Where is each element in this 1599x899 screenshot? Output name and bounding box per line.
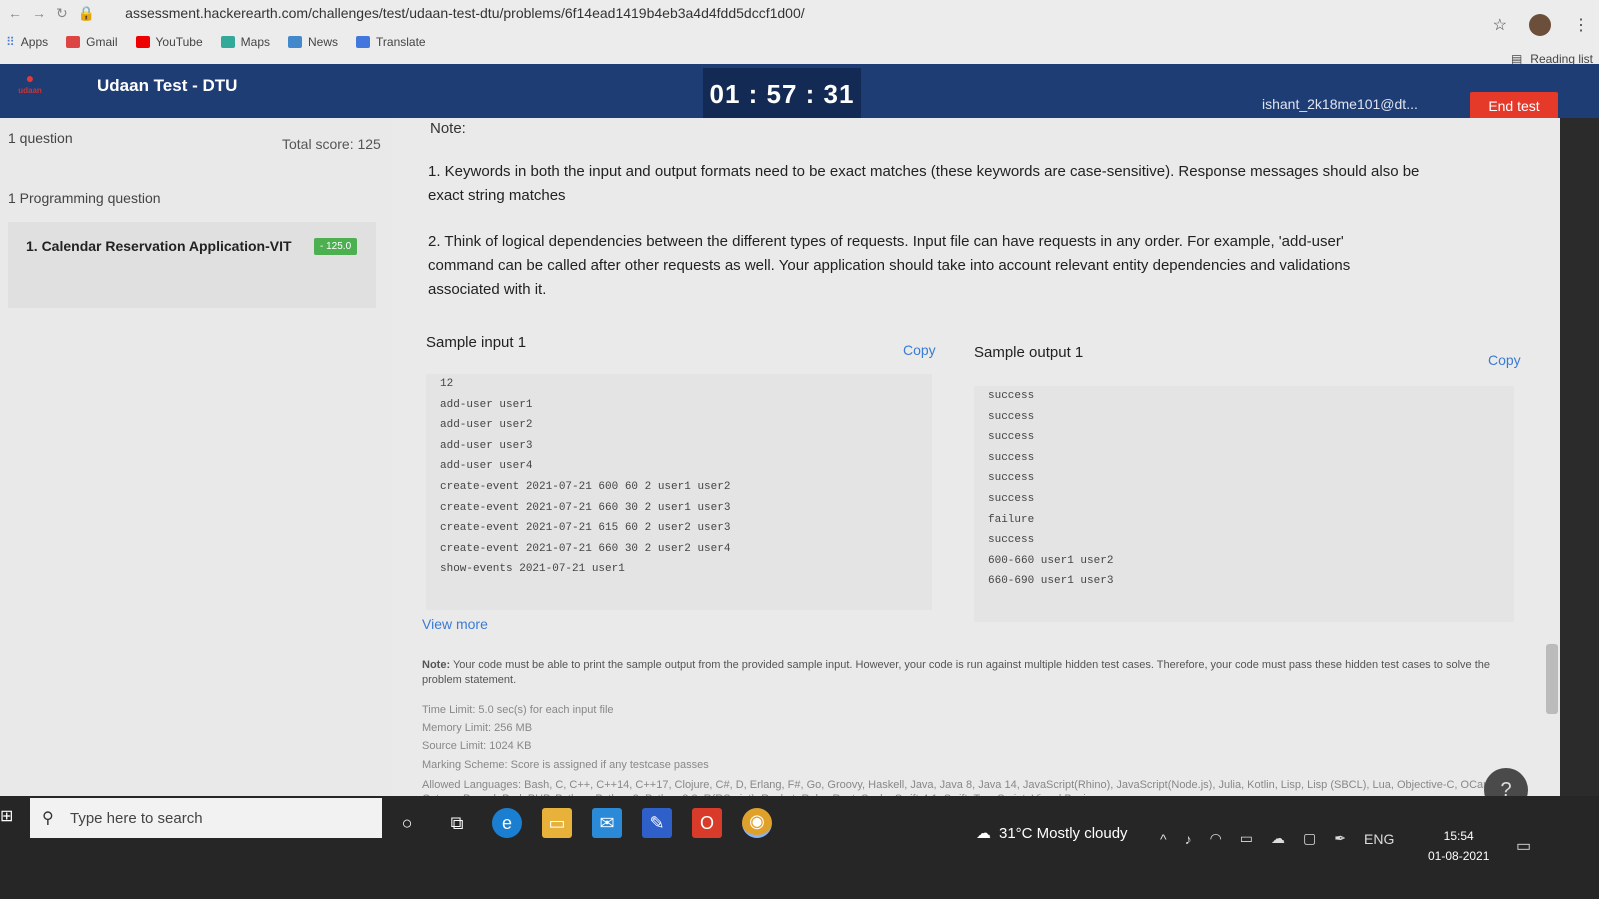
sample-input-line: create-event 2021-07-21 660 30 2 user1 u… [440,501,731,514]
score-badge: - 125.0 [314,238,358,255]
task-view-icon[interactable]: ⧉ [442,808,472,838]
wifi-icon[interactable]: ◠ [1210,830,1222,847]
language-indicator[interactable]: ENG [1364,831,1394,847]
problem-panel: Note: 1. Keywords in both the input and … [392,118,1560,818]
countdown-timer: 01 : 57 : 31 [703,68,861,120]
sample-output-line: failure [988,513,1035,526]
back-icon[interactable]: ← [8,5,22,21]
cloud-icon: ☁ [976,825,991,842]
question-title: 1. Calendar Reservation Application-VIT [26,238,292,254]
cortana-icon[interactable]: ○ [392,808,422,838]
battery-icon[interactable]: ▭ [1240,830,1253,847]
sample-input-line: add-user user1 [440,398,533,411]
weather-widget[interactable]: ☁ 31°C Mostly cloudy [976,824,1128,843]
user-email[interactable]: ishant_2k18me101@dt... [1262,96,1418,112]
apps-grid-icon: ⠿ [6,35,15,49]
total-score: Total score: 125 [282,136,381,152]
sample-input-line: create-event 2021-07-21 600 60 2 user1 u… [440,480,731,493]
search-icon: ⚲ [42,810,54,827]
taskbar-clock[interactable]: 15:54 01-08-2021 [1428,826,1489,866]
sample-input-label: Sample input 1 [426,334,527,351]
star-icon[interactable]: ☆ [1493,15,1507,35]
marking-scheme: Marking Scheme: Score is assigned if any… [422,759,709,771]
sample-input-box: 12 add-user user1 add-user user2 add-user u… [426,374,932,610]
bookmark-apps[interactable]: ⠿ Apps [6,35,48,49]
bookmark-gmail[interactable]: Gmail [66,35,118,49]
notification-icon[interactable]: ▭ [1516,836,1531,856]
sample-output-line: success [988,431,1035,444]
address-bar[interactable]: ← → ↻ 🔒 assessment.hackerearth.com/chall… [0,0,1599,26]
pen-icon[interactable]: ✒ [1334,830,1346,847]
sample-input-line: create-event 2021-07-21 660 30 2 user2 u… [440,542,731,555]
translate-icon [356,36,371,48]
question-count: 1 question [8,130,73,146]
memory-limit: Memory Limit: 256 MB [422,722,533,734]
test-title: Udaan Test - DTU [97,76,238,95]
bookmark-news[interactable]: News [288,35,338,49]
note-heading: Note: [430,120,466,137]
end-test-button[interactable]: End test [1470,92,1558,120]
view-more-link[interactable]: View more [422,616,488,632]
bookmark-youtube[interactable]: YouTube [135,35,203,49]
sidebar-item-question-1[interactable]: 1. Calendar Reservation Application-VIT … [8,222,376,308]
sample-input-line: add-user user4 [440,460,533,473]
device-icon[interactable]: ▢ [1303,830,1316,847]
browser-chrome: ← → ↻ 🔒 assessment.hackerearth.com/chall… [0,0,1599,66]
sample-input-line: 12 [440,378,454,390]
gmail-icon [66,36,81,48]
chevron-up-icon[interactable]: ^ [1160,831,1167,847]
news-icon [288,36,302,48]
whiteboard-icon[interactable]: ✎ [642,808,672,838]
scrollbar-thumb[interactable] [1546,644,1558,714]
sample-output-line: success [988,492,1035,505]
chrome-icon[interactable]: ◉ [742,808,772,838]
system-tray: ^ ♪ ◠ ▭ ☁ ▢ ✒ ENG [1160,830,1394,847]
sample-output-line: 600-660 user1 user2 [988,554,1114,567]
forward-icon[interactable]: → [32,5,46,21]
sample-output-line: success [988,534,1035,547]
sample-output-line: success [988,451,1035,464]
sample-output-box: success success success success success succe… [974,386,1514,622]
question-sidebar: 1 question Total score: 125 1 Programmin… [0,118,392,818]
sample-input-line: create-event 2021-07-21 615 60 2 user2 u… [440,522,731,535]
profile-avatar[interactable] [1529,14,1551,36]
menu-icon[interactable]: ⋮ [1573,15,1589,35]
sample-output-label: Sample output 1 [974,344,1084,361]
sample-input-line: add-user user2 [440,419,533,432]
sample-input-line: add-user user3 [440,439,533,452]
bookmarks-bar: ⠿ Apps Gmail YouTube Maps News Translate [0,30,426,54]
onedrive-icon[interactable]: ☁ [1271,830,1285,847]
lock-icon: 🔒 [77,4,96,21]
taskbar-search-input[interactable]: ⚲ Type here to search [30,798,382,838]
volume-icon[interactable]: ♪ [1185,831,1192,847]
footer-note: Note: Your code must be able to print th… [422,659,1490,686]
note-point-1: 1. Keywords in both the input and output… [428,163,1420,204]
sample-output-line: success [988,410,1035,423]
reload-icon[interactable]: ↻ [56,5,68,22]
bookmark-maps[interactable]: Maps [220,35,270,49]
bookmark-translate[interactable]: Translate [356,35,426,49]
mail-icon[interactable]: ✉ [592,808,622,838]
office-icon[interactable]: O [692,808,722,838]
sample-output-line: success [988,472,1035,485]
sample-input-line: show-events 2021-07-21 user1 [440,563,625,576]
copy-input-button[interactable]: Copy [903,342,936,358]
sample-output-line: 660-690 user1 user3 [988,575,1114,588]
youtube-icon [135,36,150,48]
udaan-logo: ● udaan [18,70,42,95]
copy-output-button[interactable]: Copy [1488,352,1521,368]
time-limit: Time Limit: 5.0 sec(s) for each input fi… [422,704,614,716]
sample-output-line: success [988,390,1035,402]
source-limit: Source Limit: 1024 KB [422,740,532,752]
section-title: 1 Programming question [8,190,161,206]
url-text[interactable]: assessment.hackerearth.com/challenges/te… [125,5,804,21]
windows-taskbar: ⊞ ⚲ Type here to search ○ ⧉ e ▭ ✉ ✎ O ◉ … [0,796,1599,899]
edge-icon[interactable]: e [492,808,522,838]
note-point-2: 2. Think of logical dependencies between… [428,233,1351,298]
maps-icon [220,36,235,48]
windows-start-icon[interactable]: ⊞ [0,806,22,828]
file-explorer-icon[interactable]: ▭ [542,808,572,838]
